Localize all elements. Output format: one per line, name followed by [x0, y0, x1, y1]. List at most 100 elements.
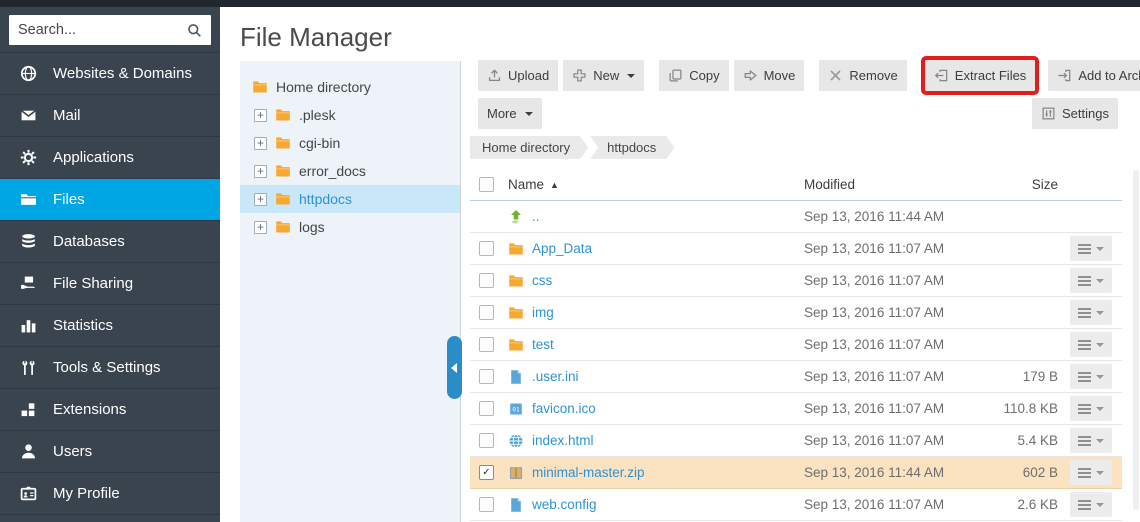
file-size: 110.8 KB [982, 401, 1060, 416]
column-header-modified[interactable]: Modified [804, 177, 982, 192]
file-link[interactable]: web.config [532, 497, 597, 512]
row-menu-button[interactable] [1070, 268, 1112, 293]
sidebar-item-file-sharing[interactable]: File Sharing [0, 262, 220, 304]
table-row[interactable]: imgSep 13, 2016 11:07 AM [470, 297, 1122, 329]
row-checkbox[interactable] [479, 497, 494, 512]
up-icon [508, 209, 524, 225]
sidebar-item-my-profile[interactable]: My Profile [0, 472, 220, 514]
upload-button[interactable]: Upload [478, 60, 558, 91]
card-icon [19, 485, 38, 502]
expand-plus-icon[interactable]: + [254, 221, 267, 234]
file-size: 602 B [982, 465, 1060, 480]
sidebar-item-websites-domains[interactable]: Websites & Domains [0, 52, 220, 94]
select-all-checkbox[interactable] [479, 177, 494, 192]
row-menu-button[interactable] [1070, 300, 1112, 325]
table-row[interactable]: ✓minimal-master.zipSep 13, 2016 11:44 AM… [470, 457, 1122, 489]
sidebar-item-users[interactable]: Users [0, 430, 220, 472]
table-row[interactable]: .user.iniSep 13, 2016 11:07 AM179 B [470, 361, 1122, 393]
expand-plus-icon[interactable]: + [254, 193, 267, 206]
expand-plus-icon[interactable]: + [254, 165, 267, 178]
row-checkbox[interactable] [479, 273, 494, 288]
row-checkbox[interactable] [479, 369, 494, 384]
menu-bars-icon [1078, 468, 1091, 478]
sliders-icon [1041, 106, 1056, 121]
expand-plus-icon[interactable]: + [254, 137, 267, 150]
file-link[interactable]: test [532, 337, 554, 352]
sidebar-item-label: My Profile [53, 485, 120, 502]
row-menu-button[interactable] [1070, 332, 1112, 357]
button-label: New [593, 68, 619, 83]
tree-item-httpdocs[interactable]: +httpdocs [240, 185, 460, 213]
row-checkbox[interactable] [479, 305, 494, 320]
row-menu-button[interactable] [1070, 396, 1112, 421]
row-menu-button[interactable] [1070, 428, 1112, 453]
file-link[interactable]: index.html [532, 433, 594, 448]
row-menu-button[interactable] [1070, 236, 1112, 261]
search-input[interactable] [9, 15, 211, 45]
move-button[interactable]: Move [734, 60, 805, 91]
tree-collapse-handle[interactable] [447, 336, 462, 399]
file-link[interactable]: .user.ini [532, 369, 579, 384]
remove-button[interactable]: Remove [819, 60, 906, 91]
sidebar-item-applications[interactable]: Applications [0, 136, 220, 178]
folder-icon [275, 135, 291, 151]
tree-item-logs[interactable]: +logs [240, 213, 460, 241]
menu-bars-icon [1078, 276, 1091, 286]
table-row[interactable]: testSep 13, 2016 11:07 AM [470, 329, 1122, 361]
tree-item-cgi-bin[interactable]: + cgi-bin [240, 129, 460, 157]
svg-text:01: 01 [512, 406, 520, 413]
file-link[interactable]: css [532, 273, 552, 288]
row-menu-button[interactable] [1070, 364, 1112, 389]
column-header-name[interactable]: Name ▲ [508, 177, 559, 192]
sidebar-item-tools-settings[interactable]: Tools & Settings [0, 346, 220, 388]
file-link[interactable]: App_Data [532, 241, 592, 256]
breadcrumb-item-httpdocs[interactable]: httpdocs [590, 136, 674, 159]
sidebar-item-databases[interactable]: Databases [0, 220, 220, 262]
sidebar-item-mail[interactable]: Mail [0, 94, 220, 136]
add-to-archive-button[interactable]: Add to Archive [1048, 60, 1140, 91]
column-header-size[interactable]: Size [982, 177, 1060, 192]
file-link[interactable]: .. [532, 209, 540, 224]
file-modified: Sep 13, 2016 11:07 AM [804, 401, 982, 416]
user-icon [19, 443, 38, 460]
copy-button[interactable]: Copy [659, 60, 728, 91]
file-link[interactable]: favicon.ico [532, 401, 596, 416]
sidebar-item-label: File Sharing [53, 275, 133, 292]
tree-item-plesk[interactable]: +.plesk [240, 101, 460, 129]
row-checkbox[interactable]: ✓ [479, 465, 494, 480]
sidebar-item-files[interactable]: Files [0, 178, 220, 220]
table-row[interactable]: ..Sep 13, 2016 11:44 AM [470, 201, 1122, 233]
sidebar-item-extensions[interactable]: Extensions [0, 388, 220, 430]
file-size: 2.6 KB [982, 497, 1060, 512]
file-link[interactable]: minimal-master.zip [532, 465, 645, 480]
menu-bars-icon [1078, 404, 1091, 414]
row-checkbox[interactable] [479, 433, 494, 448]
more-button[interactable]: More [478, 98, 542, 129]
table-row[interactable]: web.configSep 13, 2016 11:07 AM2.6 KB [470, 489, 1122, 521]
tree-item-home-directory[interactable]: Home directory [240, 73, 460, 101]
row-menu-button[interactable] [1070, 492, 1112, 517]
sidebar-item-label: Extensions [53, 401, 126, 418]
table-row[interactable]: 01 favicon.ico Sep 13, 2016 11:07 AM110.8 … [470, 393, 1122, 425]
tree-item-label: cgi-bin [299, 135, 340, 151]
breadcrumb-item-home-directory[interactable]: Home directory [470, 136, 588, 159]
row-checkbox[interactable] [479, 401, 494, 416]
file-link[interactable]: img [532, 305, 554, 320]
tree-item-error-docs[interactable]: + error_docs [240, 157, 460, 185]
row-checkbox[interactable] [479, 241, 494, 256]
new-button[interactable]: New [563, 60, 644, 91]
scrollbar-track[interactable] [1133, 170, 1139, 510]
table-row[interactable]: cssSep 13, 2016 11:07 AM [470, 265, 1122, 297]
settings-button[interactable]: Settings [1032, 98, 1118, 129]
extract-files-button[interactable]: Extract Files [925, 60, 1036, 91]
row-checkbox[interactable] [479, 337, 494, 352]
expand-plus-icon[interactable]: + [254, 109, 267, 122]
caret-down-icon [1096, 279, 1104, 283]
row-menu-button[interactable] [1070, 460, 1112, 485]
table-row[interactable]: index.htmlSep 13, 2016 11:07 AM5.4 KB [470, 425, 1122, 457]
search-icon[interactable] [187, 23, 202, 38]
copy-icon [668, 68, 683, 83]
table-row[interactable]: App_DataSep 13, 2016 11:07 AM [470, 233, 1122, 265]
tree-item-label: error_docs [299, 163, 366, 179]
sidebar-item-statistics[interactable]: Statistics [0, 304, 220, 346]
